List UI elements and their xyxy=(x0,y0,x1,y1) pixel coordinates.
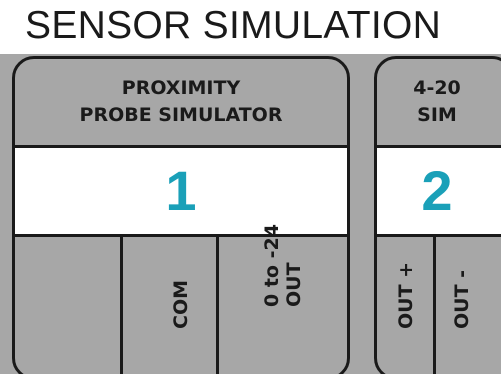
terminal-label-line: OUT - xyxy=(450,269,473,329)
terminal-label: COM xyxy=(170,280,192,329)
terminal-label: OUT + xyxy=(395,262,417,329)
page-title: SENSOR SIMULATION xyxy=(25,4,442,47)
module-header-line-2: SIM xyxy=(417,104,457,126)
terminal-blank[interactable] xyxy=(15,237,120,374)
terminal-label-line: COM xyxy=(169,279,192,329)
terminal-label-line: OUT + xyxy=(395,261,417,329)
module-header-line-1: PROXIMITY xyxy=(121,77,241,99)
module-header: PROXIMITY PROBE SIMULATOR xyxy=(15,59,347,145)
module-header-line-1: 4-20 xyxy=(413,77,461,99)
terminal-out-minus[interactable]: OUT - xyxy=(433,237,489,374)
terminal-label: OUT - xyxy=(451,270,473,329)
terminal-label: 0 to -24 OUT xyxy=(261,224,305,307)
terminal-label-line-1: 0 to -24 xyxy=(261,224,283,307)
terminal-label-line-2: OUT xyxy=(283,262,305,307)
terminal-out-0-to-24[interactable]: 0 to -24 OUT xyxy=(216,224,347,374)
terminal-com[interactable]: COM xyxy=(120,237,216,374)
module-header-line-2: PROBE SIMULATOR xyxy=(79,104,283,126)
four-twenty-sim-module: 4-20 SIM 2 OUT + OUT - xyxy=(374,56,501,374)
channel-number: 1 xyxy=(165,159,197,222)
sensor-simulation-panel: SENSOR SIMULATION PROXIMITY PROBE SIMULA… xyxy=(0,0,501,374)
terminal-out-plus[interactable]: OUT + xyxy=(377,237,433,374)
module-header: 4-20 SIM xyxy=(377,59,501,145)
channel-number: 2 xyxy=(421,159,453,222)
proximity-probe-simulator-module: PROXIMITY PROBE SIMULATOR 1 COM 0 to -24… xyxy=(12,56,350,374)
channel-number-window: 2 xyxy=(377,145,501,237)
